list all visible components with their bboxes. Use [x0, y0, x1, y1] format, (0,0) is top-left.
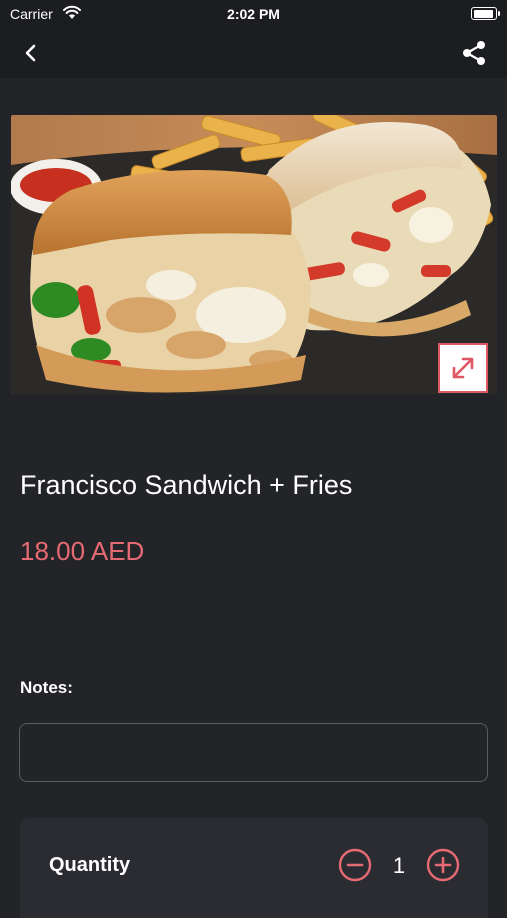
status-time: 2:02 PM	[227, 6, 280, 22]
plus-circle-icon	[426, 848, 460, 882]
product-price: 18.00 AED	[20, 536, 145, 566]
quantity-label: Quantity	[49, 854, 131, 876]
expand-icon	[452, 357, 474, 379]
quantity-increase-button[interactable]	[426, 848, 460, 882]
battery-level	[473, 9, 494, 18]
navigation-bar	[0, 28, 507, 78]
back-button[interactable]	[16, 38, 46, 68]
quantity-value: 1	[392, 853, 406, 878]
product-image[interactable]	[11, 115, 497, 394]
notes-label: Notes:	[20, 678, 73, 697]
minus-circle-icon	[338, 848, 372, 882]
share-button[interactable]	[459, 38, 489, 68]
quantity-card: Quantity 1	[20, 818, 488, 918]
expand-image-button[interactable]	[438, 343, 488, 393]
chevron-left-icon	[25, 44, 36, 62]
product-title: Francisco Sandwich + Fries	[20, 470, 353, 500]
share-icon	[463, 41, 485, 65]
notes-input[interactable]	[19, 723, 488, 782]
battery-icon	[471, 7, 500, 20]
quantity-decrease-button[interactable]	[338, 848, 372, 882]
status-bar: Carrier 2:02 PM	[0, 0, 507, 28]
